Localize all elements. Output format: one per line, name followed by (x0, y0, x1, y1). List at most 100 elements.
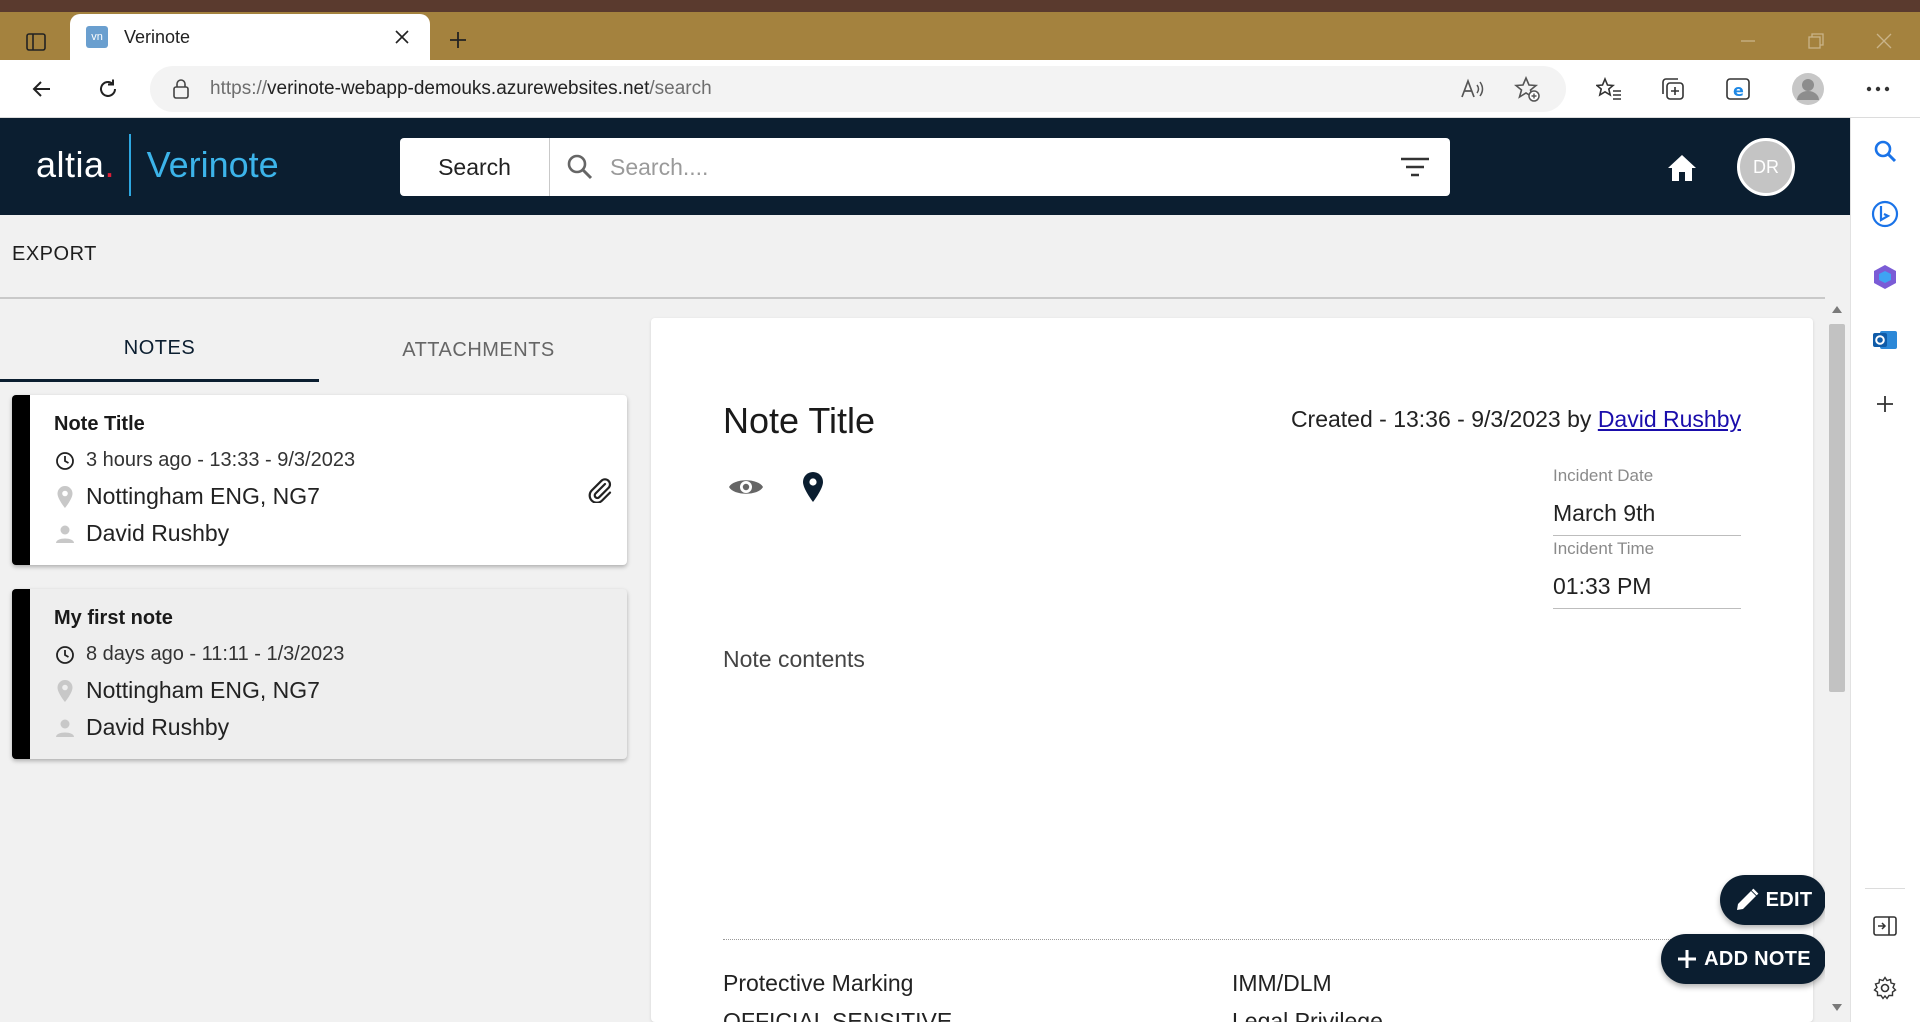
collections-icon (1662, 78, 1684, 100)
page-scrollbar[interactable] (1825, 302, 1849, 1022)
sidebar-bing-button[interactable] (1867, 196, 1903, 232)
note-created-info: Created - 13:36 - 9/3/2023 by David Rush… (1290, 406, 1741, 432)
export-toolbar: EXPORT (0, 215, 1825, 299)
person-icon (54, 524, 76, 544)
home-button[interactable] (1662, 148, 1702, 188)
os-title-strip (0, 0, 1920, 12)
minimize-button[interactable] (1726, 26, 1770, 56)
note-time: 3 hours ago - 13:33 - 9/3/2023 (86, 449, 356, 471)
restore-button[interactable] (1794, 26, 1838, 56)
plus-icon (1678, 950, 1697, 968)
new-tab-button[interactable] (440, 22, 476, 58)
tab-actions-button[interactable] (18, 24, 54, 60)
scroll-up-arrow-icon[interactable] (1832, 306, 1842, 313)
note-author: David Rushby (86, 714, 230, 740)
window-close-icon (1876, 33, 1892, 49)
person-icon (54, 718, 76, 738)
read-aloud-icon (1461, 78, 1484, 98)
favicon: vn (86, 26, 108, 48)
note-detail-panel: Note Title Created - 13:36 - 9/3/2023 by… (651, 318, 1813, 1022)
favorites-button[interactable] (1591, 71, 1627, 107)
edit-button[interactable]: EDIT (1720, 875, 1826, 925)
search-bar: Search (400, 138, 1450, 196)
settings-more-button[interactable] (1860, 71, 1896, 107)
note-author-row: David Rushby (54, 520, 229, 547)
search-icon (1874, 140, 1897, 163)
sidebar-outlook-button[interactable] (1867, 322, 1903, 358)
user-avatar[interactable]: DR (1737, 138, 1795, 196)
plus-icon (450, 32, 466, 48)
incident-time-field[interactable]: Incident Time 01:33 PM (1553, 539, 1741, 609)
incident-date-value: March 9th (1553, 500, 1656, 526)
note-author-row: David Rushby (54, 714, 229, 741)
outlook-icon (1873, 331, 1897, 349)
filter-button[interactable] (1380, 138, 1450, 196)
incident-time-value: 01:33 PM (1553, 573, 1652, 599)
sidebar-search-button[interactable] (1867, 133, 1903, 169)
search-scope-label[interactable]: Search (400, 138, 550, 196)
profile-button[interactable] (1790, 71, 1826, 107)
home-icon (1668, 155, 1696, 181)
back-arrow-icon (32, 81, 50, 97)
protective-marking-value: OFFICIAL SENSITIVE (723, 1008, 953, 1022)
note-card[interactable]: Note Title 3 hours ago - 13:33 - 9/3/202… (12, 395, 627, 565)
bing-icon (1871, 200, 1899, 228)
created-by-link[interactable]: David Rushby (1598, 406, 1741, 432)
location-pin-icon[interactable] (794, 468, 832, 506)
location-pin-icon (54, 679, 76, 703)
export-button[interactable]: EXPORT (12, 243, 97, 266)
tab-close-button[interactable] (390, 25, 414, 49)
back-button[interactable] (24, 71, 60, 107)
browser-tab[interactable]: vn Verinote (70, 14, 430, 60)
browser-tab-bar: vn Verinote (0, 12, 1920, 60)
logo-divider (128, 134, 131, 196)
add-note-button-label: ADD NOTE (1704, 947, 1811, 970)
collections-button[interactable] (1655, 71, 1691, 107)
note-time: 8 days ago - 11:11 - 1/3/2023 (86, 643, 345, 665)
add-favorite-button[interactable] (1510, 72, 1544, 106)
url-text[interactable]: https://verinote-webapp-demouks.azureweb… (210, 78, 1436, 100)
star-add-icon (1514, 76, 1540, 102)
window-close-button[interactable] (1862, 26, 1906, 56)
lock-icon (172, 79, 190, 99)
scroll-down-arrow-icon[interactable] (1832, 1004, 1842, 1011)
location-pin-icon (54, 485, 76, 509)
hide-sidebar-icon (1873, 916, 1897, 936)
refresh-icon (100, 79, 116, 97)
browser-tab-title: Verinote (124, 26, 191, 47)
sidebar-hide-button[interactable] (1867, 908, 1903, 944)
app-logo[interactable]: altia. Verinote (36, 130, 279, 200)
minimize-icon (1741, 40, 1755, 42)
read-aloud-button[interactable] (1456, 72, 1490, 106)
refresh-button[interactable] (90, 71, 126, 107)
add-note-button[interactable]: ADD NOTE (1661, 934, 1826, 984)
sidebar-add-button[interactable] (1867, 386, 1903, 422)
note-author: David Rushby (86, 520, 230, 546)
search-input[interactable] (610, 147, 1380, 187)
logo-dot: . (104, 144, 115, 185)
scrollbar-thumb[interactable] (1829, 324, 1845, 692)
tab-notes[interactable]: NOTES (0, 318, 319, 382)
browser-toolbar: https://verinote-webapp-demouks.azureweb… (0, 60, 1920, 118)
sidebar-office-button[interactable] (1867, 259, 1903, 295)
notes-tabs: NOTES ATTACHMENTS (0, 318, 640, 382)
tab-attachments[interactable]: ATTACHMENTS (319, 318, 638, 382)
note-location: Nottingham ENG, NG7 (86, 483, 320, 509)
imm-dlm-value: Legal Privilege (1232, 1008, 1383, 1022)
incident-time-label: Incident Time (1553, 539, 1655, 558)
filter-icon (1401, 157, 1429, 177)
note-detail-title: Note Title (723, 400, 876, 441)
sidebar-settings-button[interactable] (1867, 970, 1903, 1006)
attachment-clip-icon[interactable] (585, 475, 613, 503)
restore-icon (1808, 33, 1824, 49)
sidebar-divider (1865, 888, 1905, 889)
address-bar[interactable]: https://verinote-webapp-demouks.azureweb… (150, 66, 1566, 112)
gear-icon (1873, 976, 1897, 1000)
incident-date-field[interactable]: Incident Date March 9th (1553, 466, 1741, 536)
ie-mode-button[interactable]: e (1720, 71, 1756, 107)
note-card[interactable]: My first note 8 days ago - 11:11 - 1/3/2… (12, 589, 627, 759)
logo-product-name: Verinote (146, 144, 279, 185)
svg-text:e: e (1733, 81, 1744, 100)
edit-button-label: EDIT (1765, 888, 1813, 911)
view-eye-icon[interactable] (727, 468, 765, 506)
